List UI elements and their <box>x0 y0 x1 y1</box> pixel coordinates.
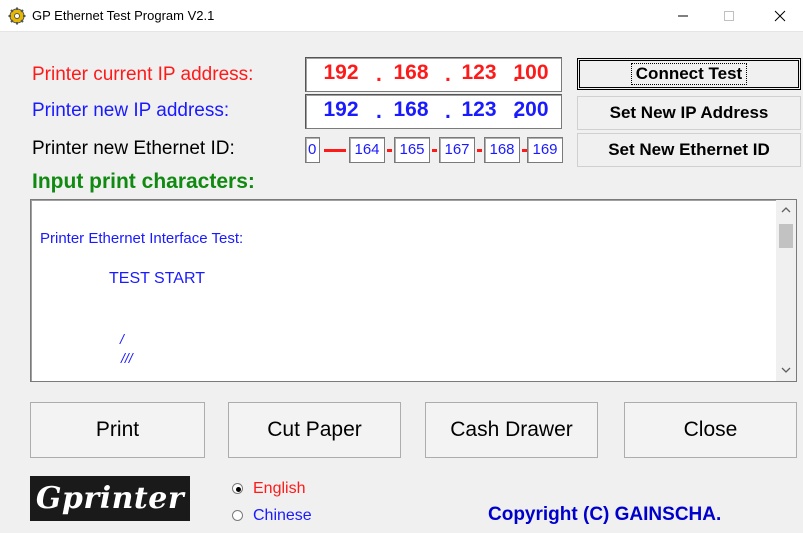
set-new-ethernet-id-button[interactable]: Set New Ethernet ID <box>577 133 801 167</box>
minimize-button[interactable] <box>660 0 706 32</box>
copyright-text: Copyright (C) GAINSCHA. <box>488 504 722 525</box>
set-new-ip-label: Set New IP Address <box>609 103 769 122</box>
ethernet-id-field-2[interactable]: 164 <box>349 137 385 163</box>
ip-dot: . <box>445 63 451 86</box>
current-ip-octet-4[interactable]: 100 <box>506 61 556 85</box>
ethernet-separator <box>387 149 392 152</box>
close-icon <box>774 10 786 22</box>
print-button[interactable]: Print <box>30 402 205 458</box>
scrollbar-thumb[interactable] <box>779 224 793 248</box>
textarea-line: /// <box>121 350 133 366</box>
cut-paper-button[interactable]: Cut Paper <box>228 402 401 458</box>
current-ip-octet-2[interactable]: 168 <box>386 61 436 85</box>
logo-text: Gprinter <box>35 481 185 516</box>
print-characters-textarea[interactable]: Printer Ethernet Interface Test: TEST ST… <box>30 199 797 382</box>
app-gear-icon <box>8 7 26 25</box>
new-ip-octet-2[interactable]: 168 <box>386 98 436 122</box>
gprinter-logo: Gprinter <box>30 476 190 521</box>
set-new-ethernet-id-label: Set New Ethernet ID <box>608 140 770 159</box>
ethernet-id-field-1[interactable]: 0 <box>305 137 320 163</box>
current-ip-octet-3[interactable]: 123 <box>454 61 504 85</box>
cash-drawer-button[interactable]: Cash Drawer <box>425 402 598 458</box>
cash-drawer-button-label: Cash Drawer <box>450 418 573 441</box>
scroll-down-icon[interactable] <box>781 366 791 374</box>
ethernet-id-field-6[interactable]: 169 <box>527 137 563 163</box>
new-ip-octet-1[interactable]: 192 <box>316 98 366 122</box>
cut-paper-button-label: Cut Paper <box>267 418 362 441</box>
ip-dot: . <box>445 100 451 123</box>
ip-dot: . <box>376 63 382 86</box>
vertical-scrollbar[interactable] <box>776 200 796 381</box>
window-title: GP Ethernet Test Program V2.1 <box>32 8 215 23</box>
minimize-icon <box>678 15 688 17</box>
input-characters-heading: Input print characters: <box>32 170 255 193</box>
close-button-label: Close <box>683 418 738 441</box>
textarea-line: TEST START <box>109 270 206 287</box>
textarea-line: / <box>120 331 124 347</box>
close-window-button[interactable] <box>757 0 803 32</box>
title-bar[interactable]: GP Ethernet Test Program V2.1 <box>0 0 803 32</box>
new-ip-field[interactable]: 192 . 168 . 123 . 200 <box>305 94 562 129</box>
scroll-up-icon[interactable] <box>781 206 791 214</box>
connect-test-label: Connect Test <box>630 63 748 85</box>
current-ip-octet-1[interactable]: 192 <box>316 61 366 85</box>
english-label: English <box>253 480 306 497</box>
radio-selected-icon[interactable] <box>232 483 243 494</box>
current-ip-label: Printer current IP address: <box>32 64 254 85</box>
maximize-icon <box>724 11 734 21</box>
new-ip-octet-4[interactable]: 200 <box>506 98 556 122</box>
ip-dot: . <box>376 100 382 123</box>
ethernet-separator <box>477 149 482 152</box>
chinese-label: Chinese <box>253 507 312 524</box>
new-ethernet-label: Printer new Ethernet ID: <box>32 138 235 159</box>
current-ip-field[interactable]: 192 . 168 . 123 . 100 <box>305 57 562 92</box>
close-button[interactable]: Close <box>624 402 797 458</box>
textarea-line: Printer Ethernet Interface Test: <box>40 230 244 247</box>
radio-unselected-icon[interactable] <box>232 510 243 521</box>
new-ip-label: Printer new IP address: <box>32 100 230 121</box>
ethernet-id-field-3[interactable]: 165 <box>394 137 430 163</box>
connect-test-button[interactable]: Connect Test <box>577 58 801 90</box>
ethernet-id-field-4[interactable]: 167 <box>439 137 475 163</box>
new-ip-octet-3[interactable]: 123 <box>454 98 504 122</box>
print-button-label: Print <box>95 418 140 441</box>
ethernet-separator <box>324 149 346 152</box>
maximize-button[interactable] <box>706 0 752 32</box>
ethernet-id-field-5[interactable]: 168 <box>484 137 520 163</box>
ethernet-separator <box>432 149 437 152</box>
set-new-ip-button[interactable]: Set New IP Address <box>577 96 801 130</box>
